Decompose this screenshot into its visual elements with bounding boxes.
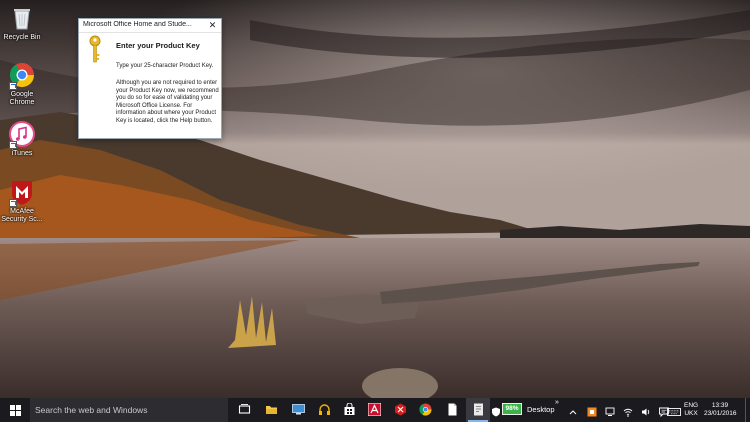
volume-icon bbox=[641, 404, 651, 416]
taskbar: Search the web and Windows 98% Desktop »… bbox=[0, 398, 750, 422]
recycle-bin-icon bbox=[8, 4, 36, 32]
document-icon bbox=[446, 403, 459, 416]
windows-logo-icon bbox=[10, 405, 21, 416]
battery-indicator[interactable]: 98% bbox=[502, 403, 522, 415]
input-language-indicator[interactable]: ENG UKX bbox=[684, 402, 698, 418]
show-hidden-icons-button[interactable] bbox=[565, 398, 581, 422]
clock[interactable]: 13:39 23/01/2016 bbox=[704, 402, 737, 418]
store-icon bbox=[343, 402, 356, 416]
caret-up-icon bbox=[568, 404, 578, 415]
shortcut-arrow-icon bbox=[9, 141, 17, 149]
headphones-icon bbox=[318, 403, 331, 416]
keyboard-layout-code: UKX bbox=[684, 410, 698, 417]
show-desktop-button[interactable] bbox=[745, 398, 750, 422]
dialog-heading: Enter your Product Key bbox=[116, 41, 200, 50]
tray-app-button[interactable] bbox=[584, 398, 600, 422]
search-box[interactable]: Search the web and Windows bbox=[30, 398, 228, 422]
dialog-title: Microsoft Office Home and Stude... bbox=[83, 21, 192, 28]
network-icon bbox=[605, 404, 615, 416]
store-button[interactable] bbox=[337, 398, 361, 422]
dialog-instruction: Type your 25-character Product Key. bbox=[116, 63, 214, 69]
app-red-icon bbox=[394, 403, 407, 416]
wifi-button[interactable] bbox=[620, 398, 636, 422]
acrobat-icon bbox=[368, 403, 381, 416]
search-placeholder: Search the web and Windows bbox=[35, 405, 148, 415]
task-view-button[interactable] bbox=[232, 398, 256, 422]
touch-keyboard-button[interactable] bbox=[663, 398, 683, 422]
desktop-icon-mcafee[interactable]: McAfee Security Sc... bbox=[0, 178, 44, 224]
remote-desktop-button[interactable] bbox=[286, 398, 310, 422]
desktop-icon-label: Recycle Bin bbox=[3, 34, 41, 41]
chrome-taskbar-button[interactable] bbox=[413, 398, 437, 422]
notification-app-icon bbox=[587, 404, 597, 417]
itunes-icon bbox=[8, 120, 36, 149]
headphones-app-button[interactable] bbox=[312, 398, 336, 422]
task-view-icon bbox=[238, 403, 251, 416]
shortcut-arrow-icon bbox=[9, 199, 17, 207]
language-code: ENG bbox=[684, 402, 699, 409]
file-explorer-icon bbox=[265, 403, 278, 416]
product-key-dialog: Microsoft Office Home and Stude... ✕ Ent… bbox=[78, 18, 222, 139]
key-icon bbox=[87, 35, 103, 65]
desktop-toolbar-label[interactable]: Desktop bbox=[527, 405, 555, 414]
desktop-icon-google-chrome[interactable]: Google Chrome bbox=[0, 61, 44, 107]
mcafee-icon bbox=[8, 178, 36, 207]
desktop-icon-itunes[interactable]: iTunes bbox=[0, 120, 44, 158]
shield-icon bbox=[491, 404, 501, 417]
chrome-icon bbox=[419, 403, 432, 416]
file-explorer-button[interactable] bbox=[259, 398, 283, 422]
desktop-icon-recycle-bin[interactable]: Recycle Bin bbox=[0, 4, 44, 42]
clock-date: 23/01/2016 bbox=[704, 410, 737, 417]
network-button[interactable] bbox=[602, 398, 618, 422]
red-app-button[interactable] bbox=[388, 398, 412, 422]
chrome-icon bbox=[8, 61, 36, 90]
volume-button[interactable] bbox=[638, 398, 654, 422]
security-shield-tray[interactable] bbox=[490, 398, 502, 422]
start-button[interactable] bbox=[0, 398, 30, 422]
close-button[interactable]: ✕ bbox=[207, 20, 218, 31]
keyboard-icon bbox=[667, 404, 681, 416]
dialog-title-bar[interactable]: Microsoft Office Home and Stude... ✕ bbox=[79, 19, 221, 33]
desktop-icon-label: Google Chrome bbox=[9, 91, 35, 106]
shortcut-arrow-icon bbox=[9, 82, 17, 90]
desktop-toolbar-chevron[interactable]: » bbox=[555, 399, 559, 406]
acrobat-button[interactable] bbox=[362, 398, 386, 422]
office-setup-icon bbox=[472, 403, 485, 416]
remote-desktop-icon bbox=[292, 403, 305, 416]
desktop-icon-label: McAfee Security Sc... bbox=[1, 208, 43, 223]
wifi-icon bbox=[623, 404, 633, 417]
dialog-explanation: Although you are not required to enter y… bbox=[116, 80, 219, 124]
office-setup-button[interactable] bbox=[466, 398, 490, 422]
desktop-icon-label: iTunes bbox=[11, 150, 33, 157]
clock-time: 13:39 bbox=[711, 402, 729, 409]
document-button[interactable] bbox=[440, 398, 464, 422]
